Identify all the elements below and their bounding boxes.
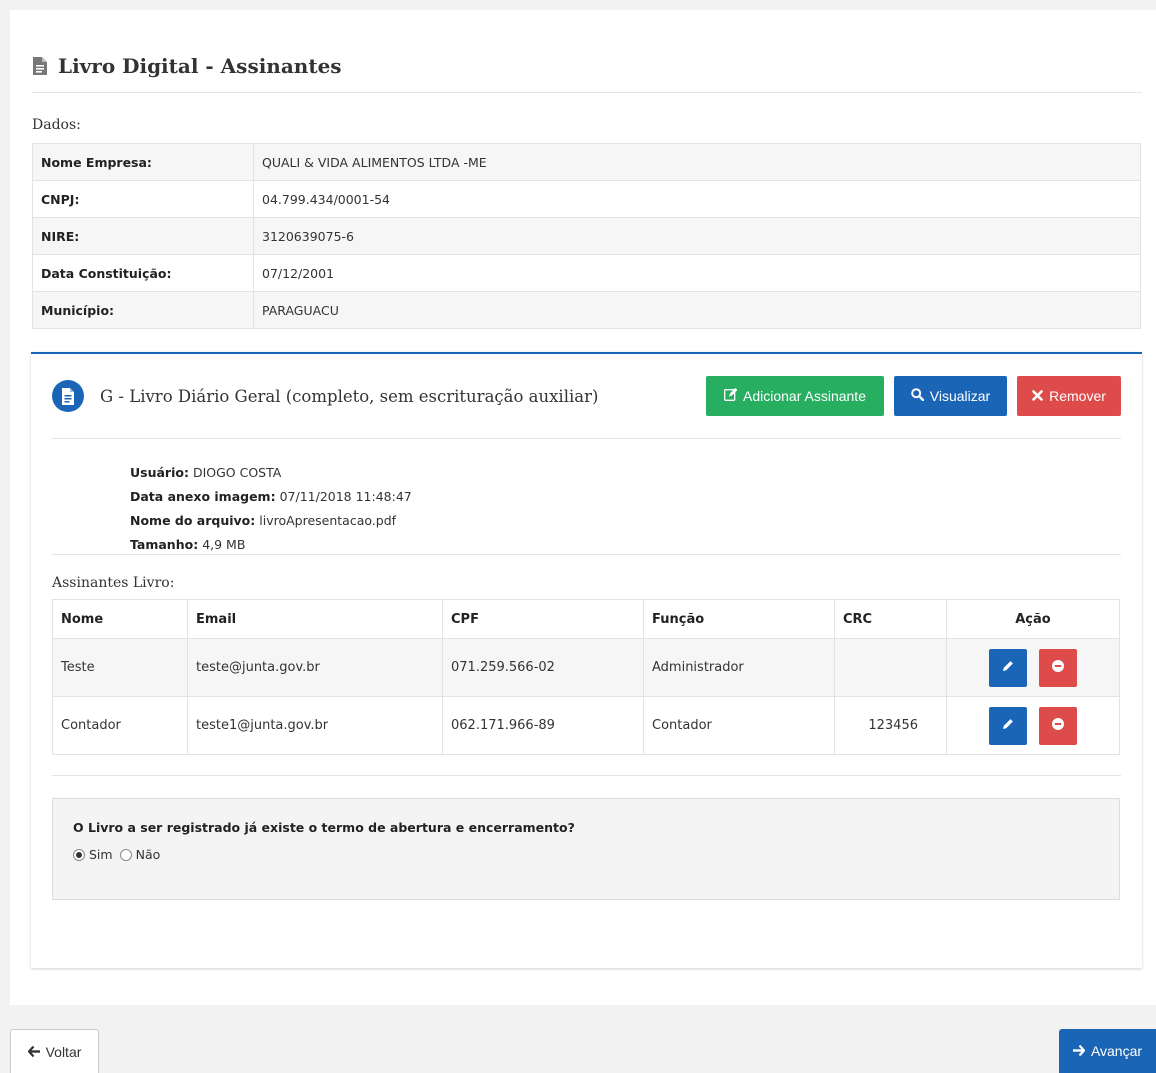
termo-box: O Livro a ser registrado já existe o ter… — [52, 798, 1120, 900]
page-card: Livro Digital - Assinantes Dados: Nome E… — [10, 10, 1156, 1005]
dados-key: Nome Empresa: — [32, 143, 254, 181]
page-title-text: Livro Digital - Assinantes — [58, 54, 342, 78]
minus-circle-icon — [1052, 718, 1065, 733]
cell-email: teste1@junta.gov.br — [187, 696, 443, 755]
dados-row: NIRE: 3120639075-6 — [32, 217, 1141, 255]
file-size: Tamanho: 4,9 MB — [130, 537, 246, 552]
page-title: Livro Digital - Assinantes — [32, 0, 1142, 93]
cell-acao — [946, 638, 1120, 697]
dados-row: Município: PARAGUACU — [32, 291, 1141, 329]
file-info: Usuário: DIOGO COSTA Data anexo imagem: … — [52, 439, 1121, 555]
back-label: Voltar — [45, 1043, 82, 1060]
cell-acao — [946, 696, 1120, 755]
remove-signer-button[interactable] — [1039, 648, 1078, 687]
arrow-left-icon — [27, 1044, 40, 1060]
dados-key: Data Constituição: — [32, 254, 254, 292]
dados-value: 07/12/2001 — [253, 254, 1141, 292]
book-panel: G - Livro Diário Geral (completo, sem es… — [31, 352, 1142, 968]
edit-icon — [724, 388, 738, 404]
col-funcao: Função — [643, 599, 835, 639]
termo-question: O Livro a ser registrado já existe o ter… — [73, 820, 575, 835]
add-signer-button[interactable]: Adicionar Assinante — [706, 376, 884, 416]
radio-nao-label: Não — [135, 847, 161, 862]
view-label: Visualizar — [929, 388, 991, 404]
col-crc: CRC — [834, 599, 947, 639]
cell-funcao: Contador — [643, 696, 835, 755]
dados-value: QUALI & VIDA ALIMENTOS LTDA -ME — [253, 143, 1141, 181]
file-user: Usuário: DIOGO COSTA — [130, 465, 282, 480]
remove-button[interactable]: Remover — [1017, 376, 1121, 416]
dados-row: Data Constituição: 07/12/2001 — [32, 254, 1141, 292]
dados-table: Nome Empresa: QUALI & VIDA ALIMENTOS LTD… — [32, 143, 1141, 329]
add-signer-label: Adicionar Assinante — [743, 388, 866, 404]
minus-circle-icon — [1052, 660, 1065, 675]
arrow-right-icon — [1072, 1043, 1086, 1059]
radio-nao[interactable] — [119, 848, 132, 861]
dados-row: Nome Empresa: QUALI & VIDA ALIMENTOS LTD… — [32, 143, 1141, 181]
dados-value: 3120639075-6 — [253, 217, 1141, 255]
remove-signer-button[interactable] — [1039, 706, 1078, 745]
file-text-icon — [52, 380, 84, 412]
col-nome: Nome — [52, 599, 188, 639]
table-row: Teste teste@junta.gov.br 071.259.566-02 … — [52, 638, 1120, 697]
next-button[interactable]: Avançar — [1059, 1029, 1156, 1073]
signers-table: Nome Email CPF Função CRC Ação Teste tes… — [52, 599, 1120, 755]
edit-signer-button[interactable] — [988, 648, 1027, 687]
radio-sim-label: Sim — [89, 847, 113, 862]
cell-cpf: 062.171.966-89 — [442, 696, 644, 755]
dados-key: NIRE: — [32, 217, 254, 255]
book-title: G - Livro Diário Geral (completo, sem es… — [100, 386, 599, 406]
table-row: Contador teste1@junta.gov.br 062.171.966… — [52, 696, 1120, 755]
book-header: G - Livro Diário Geral (completo, sem es… — [52, 354, 1121, 439]
divider — [52, 775, 1121, 776]
termo-radio-group: Sim Não — [73, 847, 1099, 862]
col-email: Email — [187, 599, 443, 639]
dados-value: PARAGUACU — [253, 291, 1141, 329]
cell-funcao: Administrador — [643, 638, 835, 697]
next-label: Avançar — [1090, 1043, 1143, 1059]
col-cpf: CPF — [442, 599, 644, 639]
dados-row: CNPJ: 04.799.434/0001-54 — [32, 180, 1141, 218]
dados-label: Dados: — [32, 117, 81, 133]
col-acao: Ação — [946, 599, 1120, 639]
cell-cpf: 071.259.566-02 — [442, 638, 644, 697]
file-date: Data anexo imagem: 07/11/2018 11:48:47 — [130, 489, 412, 504]
cell-email: teste@junta.gov.br — [187, 638, 443, 697]
edit-signer-button[interactable] — [988, 706, 1027, 745]
remove-label: Remover — [1049, 388, 1106, 404]
cell-nome: Teste — [52, 638, 188, 697]
pencil-icon — [1002, 660, 1014, 675]
back-button[interactable]: Voltar — [10, 1029, 99, 1073]
cell-nome: Contador — [52, 696, 188, 755]
dados-value: 04.799.434/0001-54 — [253, 180, 1141, 218]
signers-label: Assinantes Livro: — [52, 575, 175, 591]
file-name: Nome do arquivo: livroApresentacao.pdf — [130, 513, 397, 528]
cell-crc — [834, 638, 947, 697]
dados-key: Município: — [32, 291, 254, 329]
radio-sim[interactable] — [73, 848, 85, 861]
view-button[interactable]: Visualizar — [894, 376, 1007, 416]
pencil-icon — [1002, 718, 1014, 733]
close-icon — [1032, 388, 1043, 404]
dados-key: CNPJ: — [32, 180, 254, 218]
search-icon — [910, 388, 924, 404]
document-icon — [32, 57, 48, 75]
cell-crc: 123456 — [834, 696, 947, 755]
signers-header-row: Nome Email CPF Função CRC Ação — [52, 599, 1120, 639]
